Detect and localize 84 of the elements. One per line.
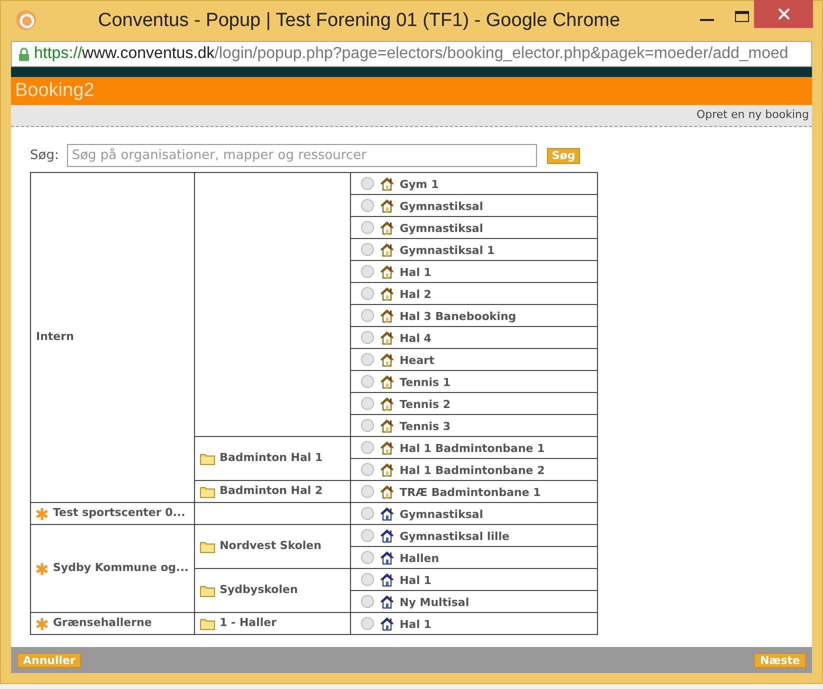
asterisk-icon — [36, 562, 48, 574]
organization-name[interactable]: Intern — [36, 329, 74, 346]
resource-name: Gymnastiksal — [400, 506, 484, 523]
resource-name: Ny Multisal — [400, 594, 470, 611]
house-icon — [380, 374, 394, 388]
house-icon — [380, 352, 394, 366]
resource-name: Tennis 1 — [400, 374, 451, 391]
resource-name: Heart — [400, 352, 434, 369]
resource-name: Gym 1 — [400, 176, 439, 193]
house-icon — [380, 440, 394, 454]
folder-icon — [200, 486, 215, 498]
resource-name: Tennis 2 — [400, 396, 451, 413]
app-logo-icon — [15, 9, 37, 31]
resource-name: Tennis 3 — [400, 418, 451, 435]
resource-name: Hal 1 — [400, 264, 432, 281]
close-button[interactable] — [754, 0, 813, 28]
search-label: Søg: — [30, 146, 59, 165]
radio-button[interactable] — [360, 397, 374, 410]
house-icon — [380, 528, 394, 542]
house-icon — [380, 616, 394, 630]
organization-name[interactable]: Sydby Kommune og... — [53, 560, 189, 577]
radio-button[interactable] — [360, 463, 374, 476]
house-icon — [380, 286, 394, 300]
radio-button[interactable] — [360, 353, 374, 366]
house-icon — [380, 308, 394, 322]
resource-name: Hal 1 Badmintonbane 2 — [400, 462, 545, 479]
resource-name: TRÆ Badmintonbane 1 — [400, 484, 541, 501]
resource-name: Hal 1 Badmintonbane 1 — [400, 440, 545, 457]
house-icon — [380, 550, 394, 564]
house-icon — [380, 594, 394, 608]
radio-button[interactable] — [360, 331, 374, 344]
folder-name[interactable]: Sydbyskolen — [220, 582, 298, 599]
house-icon — [380, 506, 394, 520]
resource-name: Gymnastiksal lille — [400, 528, 510, 545]
resource-name: Hal 1 — [400, 616, 432, 633]
resource-name: Hal 3 Banebooking — [400, 308, 516, 325]
folder-icon — [200, 540, 215, 552]
url-text: https://www.conventus.dk/login/popup.php?page=electors/booking_elector.php&pagek=moeder/add_moed — [34, 44, 788, 64]
house-icon — [380, 572, 394, 586]
radio-button[interactable] — [360, 617, 374, 630]
house-icon — [380, 176, 394, 190]
window-title: Conventus - Popup | Test Forening 01 (TF1) - Google Chrome — [96, 8, 622, 33]
house-icon — [380, 462, 394, 476]
folder-icon — [200, 452, 215, 464]
resource-name: Hal 2 — [400, 286, 432, 303]
house-icon — [380, 330, 394, 344]
close-icon — [778, 8, 790, 20]
page-title: Booking2 — [15, 78, 94, 103]
radio-button[interactable] — [360, 507, 374, 520]
asterisk-icon — [36, 618, 48, 630]
radio-button[interactable] — [360, 485, 374, 498]
radio-button[interactable] — [360, 441, 374, 454]
resource-name: Gymnastiksal — [400, 220, 484, 237]
house-icon — [380, 242, 394, 256]
address-bar[interactable]: https://www.conventus.dk/login/popup.php?page=electors/booking_elector.php&pagek=moeder/add_moed — [11, 41, 812, 67]
house-icon — [380, 418, 394, 432]
radio-button[interactable] — [360, 177, 374, 190]
radio-button[interactable] — [360, 375, 374, 388]
lock-icon — [18, 46, 30, 62]
radio-button[interactable] — [360, 595, 374, 608]
radio-button[interactable] — [360, 221, 374, 234]
radio-button[interactable] — [360, 419, 374, 432]
radio-button[interactable] — [360, 551, 374, 564]
folder-icon — [200, 618, 215, 630]
radio-button[interactable] — [360, 573, 374, 586]
radio-button[interactable] — [360, 529, 374, 542]
house-icon — [380, 484, 394, 498]
radio-button[interactable] — [360, 309, 374, 322]
resource-name: Hal 1 — [400, 572, 432, 589]
resource-name: Hallen — [400, 550, 440, 567]
folder-icon — [200, 584, 215, 596]
house-icon — [380, 396, 394, 410]
resource-name: Gymnastiksal — [400, 198, 484, 215]
house-icon — [380, 220, 394, 234]
house-icon — [380, 198, 394, 212]
asterisk-icon — [36, 508, 48, 520]
radio-button[interactable] — [360, 265, 374, 278]
radio-button[interactable] — [360, 287, 374, 300]
radio-button[interactable] — [360, 243, 374, 256]
resource-name: Gymnastiksal 1 — [400, 242, 495, 259]
create-booking-link[interactable]: Opret en ny booking — [696, 107, 809, 124]
radio-button[interactable] — [360, 199, 374, 212]
house-icon — [380, 264, 394, 278]
resource-name: Hal 4 — [400, 330, 432, 347]
